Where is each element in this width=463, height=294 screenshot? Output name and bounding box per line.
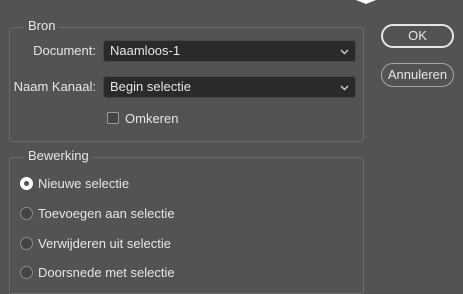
document-select[interactable]: Naamloos-1	[103, 40, 356, 62]
radio-button[interactable]	[20, 236, 33, 250]
bron-title: Bron	[24, 18, 60, 34]
bewerking-title: Bewerking	[24, 148, 93, 164]
radio-label: Toevoegen aan selectie	[38, 205, 175, 221]
radio-button[interactable]	[20, 265, 33, 279]
chevron-down-icon	[340, 49, 349, 55]
kanaal-label: Naam Kanaal:	[13, 79, 96, 94]
radio-button[interactable]	[20, 176, 33, 190]
radio-label: Doorsnede met selectie	[38, 264, 175, 280]
load-selection-dialog: Bron Document: Naamloos-1 Naam Kanaal: B…	[0, 0, 463, 294]
radio-label: Verwijderen uit selectie	[38, 235, 171, 251]
corner-mark	[356, 0, 376, 4]
document-select-value: Naamloos-1	[110, 43, 181, 58]
ok-button[interactable]: OK	[381, 24, 454, 48]
omkeren-checkbox-row[interactable]: Omkeren	[107, 110, 178, 126]
radio-button[interactable]	[20, 206, 33, 220]
radio-verwijderen[interactable]: Verwijderen uit selectie	[20, 235, 171, 251]
document-label: Document:	[33, 43, 96, 58]
kanaal-select[interactable]: Begin selectie	[103, 76, 356, 98]
omkeren-label: Omkeren	[125, 110, 179, 126]
radio-toevoegen[interactable]: Toevoegen aan selectie	[20, 205, 175, 221]
chevron-down-icon	[340, 85, 349, 91]
kanaal-select-value: Begin selectie	[110, 79, 191, 94]
cancel-button[interactable]: Annuleren	[381, 63, 454, 87]
omkeren-checkbox[interactable]	[107, 112, 119, 124]
radio-doorsnede[interactable]: Doorsnede met selectie	[20, 264, 175, 280]
radio-nieuwe-selectie[interactable]: Nieuwe selectie	[20, 175, 129, 191]
radio-label: Nieuwe selectie	[38, 175, 130, 191]
